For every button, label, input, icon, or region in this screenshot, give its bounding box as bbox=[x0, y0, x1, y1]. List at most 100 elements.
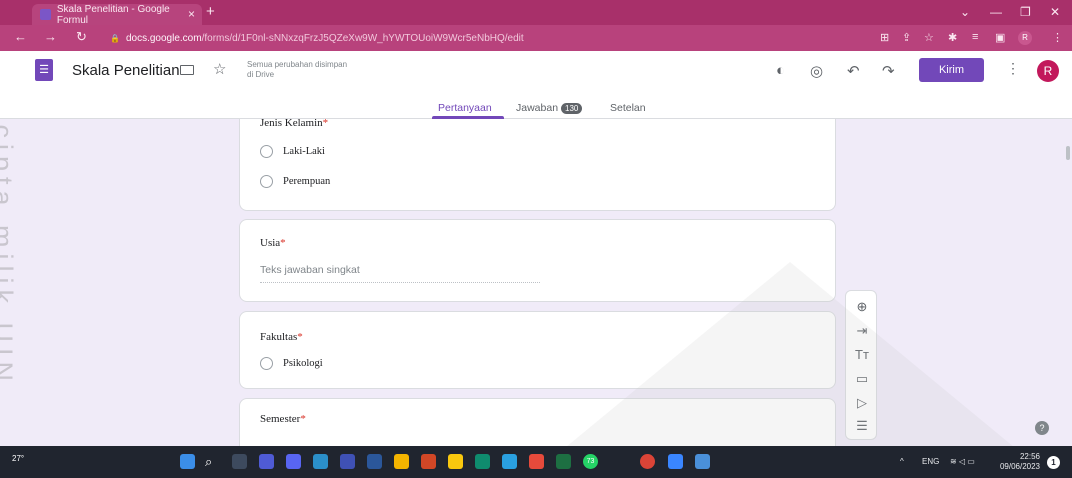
forward-icon[interactable]: → bbox=[44, 29, 57, 44]
watermark-logo bbox=[560, 262, 1020, 452]
undo-icon[interactable]: ↶ bbox=[847, 62, 860, 80]
required-asterisk: * bbox=[300, 413, 306, 425]
folder-icon[interactable] bbox=[180, 65, 194, 75]
browser-toolbar: ← → ↻ 🔒 docs.google.com /forms/d/1F0nl-s… bbox=[0, 25, 1072, 51]
required-asterisk: * bbox=[322, 117, 329, 129]
tab-search-icon[interactable]: ⌄ bbox=[960, 5, 970, 19]
star-icon[interactable]: ☆ bbox=[213, 60, 226, 78]
clock-time: 22:56 bbox=[1019, 452, 1040, 461]
option-label: Psikologi bbox=[283, 358, 323, 369]
share-icon[interactable]: ⇪ bbox=[902, 31, 911, 44]
question-title: Jenis Kelamin* bbox=[260, 117, 328, 129]
question-title-text: Fakultas bbox=[260, 331, 298, 343]
tab-close-icon[interactable]: × bbox=[188, 7, 195, 21]
scrollbar[interactable] bbox=[1066, 146, 1070, 160]
app-icon[interactable] bbox=[502, 454, 517, 469]
app-icon[interactable] bbox=[668, 454, 683, 469]
preview-eye-icon[interactable]: ◎ bbox=[810, 62, 823, 80]
opera-icon[interactable] bbox=[529, 454, 544, 469]
powerpoint-icon[interactable] bbox=[421, 454, 436, 469]
reload-icon[interactable]: ↻ bbox=[76, 29, 87, 45]
question-title-text: Usia bbox=[260, 237, 281, 249]
word-icon[interactable] bbox=[367, 454, 382, 469]
search-icon[interactable]: ⌕ bbox=[205, 454, 220, 469]
tab-responses-label: Jawaban bbox=[516, 102, 559, 114]
radio-button[interactable] bbox=[260, 145, 273, 158]
redo-icon[interactable]: ↷ bbox=[882, 62, 895, 80]
radio-option[interactable]: Laki-Laki bbox=[260, 145, 325, 158]
question-title: Usia* bbox=[260, 237, 286, 249]
chrome-icon[interactable] bbox=[640, 454, 655, 469]
browser-menu-icon[interactable]: ⋮ bbox=[1052, 31, 1063, 44]
photos-icon[interactable] bbox=[695, 454, 710, 469]
edge-icon[interactable] bbox=[475, 454, 490, 469]
reading-list-icon[interactable]: ≡ bbox=[972, 31, 978, 43]
translate-icon[interactable]: ⊞ bbox=[880, 31, 889, 44]
required-asterisk: * bbox=[280, 237, 286, 249]
form-title[interactable]: Skala Penelitian bbox=[72, 62, 180, 79]
radio-button[interactable] bbox=[260, 175, 273, 188]
browser-tab-title: Skala Penelitian - Google Formul bbox=[56, 3, 170, 26]
help-icon[interactable]: ? bbox=[1035, 421, 1049, 435]
form-tabs: Pertanyaan Jawaban 130 Setelan bbox=[0, 99, 1072, 119]
tab-questions[interactable]: Pertanyaan bbox=[438, 102, 492, 114]
weather-widget[interactable]: 27° bbox=[12, 454, 24, 463]
avatar[interactable]: R bbox=[1037, 60, 1059, 82]
minimize-icon[interactable]: — bbox=[990, 5, 1002, 19]
option-label: Perempuan bbox=[283, 176, 331, 187]
excel-icon[interactable] bbox=[556, 454, 571, 469]
lock-icon: 🔒 bbox=[110, 33, 120, 43]
start-icon[interactable] bbox=[180, 454, 195, 469]
teams-icon[interactable] bbox=[259, 454, 274, 469]
save-status: Semua perubahan disimpan di Drive bbox=[247, 60, 387, 80]
url-host: docs.google.com bbox=[125, 32, 202, 44]
back-icon[interactable]: ← bbox=[14, 29, 27, 44]
side-panel-icon[interactable]: ▣ bbox=[995, 31, 1005, 44]
responses-count-badge: 130 bbox=[561, 103, 583, 114]
extensions-icon[interactable]: ✱ bbox=[948, 31, 957, 44]
address-bar[interactable]: 🔒 docs.google.com /forms/d/1F0nl-sNNxzqF… bbox=[110, 29, 850, 47]
whatsapp-icon[interactable]: 73 bbox=[583, 454, 598, 469]
browser-profile-avatar[interactable]: R bbox=[1018, 31, 1032, 45]
more-options-icon[interactable]: ⋮ bbox=[1006, 60, 1020, 77]
question-title-text: Jenis Kelamin bbox=[260, 117, 323, 129]
radio-option[interactable]: Perempuan bbox=[260, 175, 330, 188]
short-answer-field[interactable]: Teks jawaban singkat bbox=[260, 264, 540, 283]
send-button[interactable]: Kirim bbox=[919, 58, 984, 82]
url-path: /forms/d/1F0nl-sNNxzqFrzJ5QZeXw9W_hYWTOU… bbox=[201, 32, 524, 44]
browser-tabstrip: Skala Penelitian - Google Formul × + ⌄ —… bbox=[0, 0, 1072, 26]
window-close-icon[interactable]: ✕ bbox=[1050, 5, 1060, 19]
radio-option[interactable]: Psikologi bbox=[260, 357, 323, 370]
tab-responses[interactable]: Jawaban 130 bbox=[516, 102, 583, 114]
tray-chevron-icon[interactable]: ^ bbox=[900, 457, 904, 466]
notification-badge[interactable]: 1 bbox=[1047, 456, 1060, 469]
required-asterisk: * bbox=[297, 331, 303, 343]
forms-logo-icon[interactable]: ☰ bbox=[35, 59, 53, 81]
browser-tab[interactable]: Skala Penelitian - Google Formul × bbox=[32, 3, 202, 26]
clock-date: 09/06/2023 bbox=[999, 462, 1040, 471]
forms-favicon-icon bbox=[40, 9, 51, 20]
tab-settings[interactable]: Setelan bbox=[610, 102, 646, 114]
taskbar-clock[interactable]: 22:56 09/06/2023 bbox=[990, 452, 1040, 472]
radio-button[interactable] bbox=[260, 357, 273, 370]
save-status-line1: Semua perubahan disimpan bbox=[247, 60, 348, 69]
question-title: Semester* bbox=[260, 413, 306, 425]
calendar-icon[interactable] bbox=[394, 454, 409, 469]
wifi-icon[interactable]: ≋ ◁ ▭ bbox=[950, 457, 975, 466]
app-icon[interactable] bbox=[340, 454, 355, 469]
question-title: Fakultas* bbox=[260, 331, 303, 343]
new-tab-button[interactable]: + bbox=[206, 3, 215, 20]
language-indicator[interactable]: ENG bbox=[922, 457, 939, 466]
palette-icon[interactable]: ◐ bbox=[776, 62, 785, 79]
bookmark-star-icon[interactable]: ☆ bbox=[924, 31, 934, 44]
app-icon[interactable] bbox=[313, 454, 328, 469]
taskbar: 27° ⌕ 73 ^ ENG ≋ ◁ ▭ 22:56 09/06/2023 1 bbox=[0, 446, 1072, 478]
restore-icon[interactable]: ❐ bbox=[1020, 5, 1031, 19]
task-view-icon[interactable] bbox=[232, 454, 247, 469]
file-explorer-icon[interactable] bbox=[448, 454, 463, 469]
discord-icon[interactable] bbox=[286, 454, 301, 469]
question-card-gender[interactable]: Jenis Kelamin* Laki-Laki Perempuan bbox=[239, 117, 836, 211]
option-label: Laki-Laki bbox=[283, 146, 325, 157]
forms-header: ☰ Skala Penelitian ☆ Semua perubahan dis… bbox=[0, 51, 1072, 119]
save-status-line2: di Drive bbox=[247, 70, 275, 79]
